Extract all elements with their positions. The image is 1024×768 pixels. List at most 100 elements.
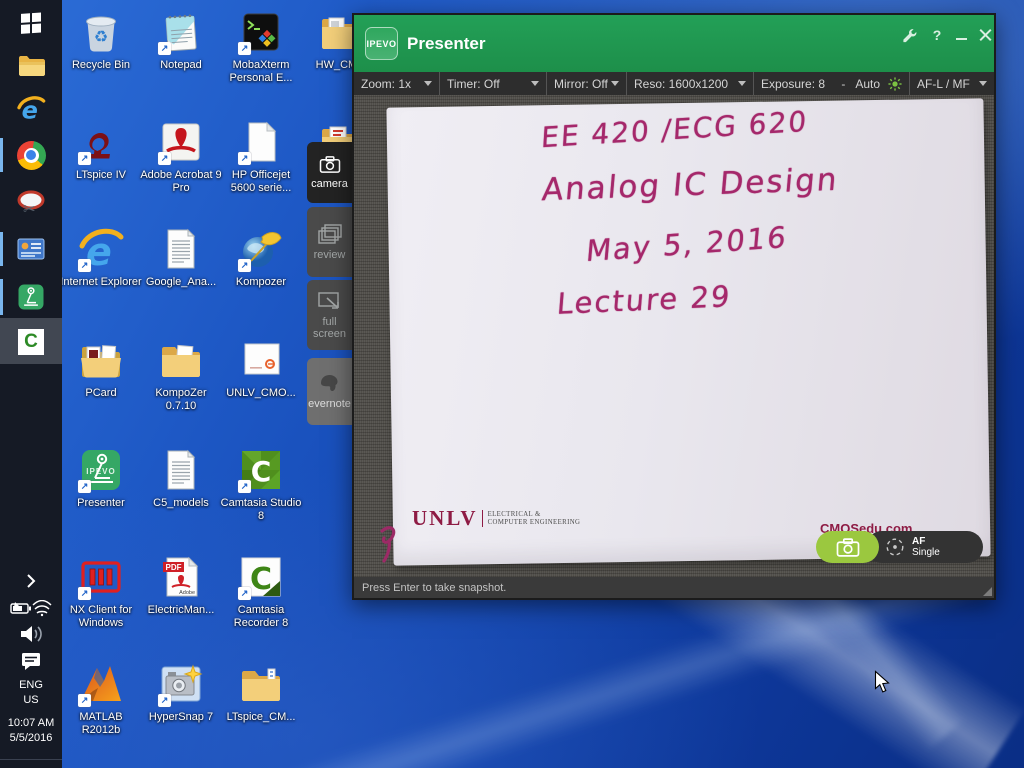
desktop-icon-ltspice-cm[interactable]: LTspice_CM... — [219, 660, 303, 724]
shortcut-arrow-icon — [158, 42, 171, 55]
desktop-icon-pcard[interactable]: PCard — [59, 336, 143, 400]
chevron-down-icon — [738, 81, 746, 86]
taskbar-camtasia[interactable]: C — [0, 328, 62, 355]
icon-label: C5_models — [153, 497, 209, 509]
desktop-icon-hp-officejet[interactable]: HP Officejet 5600 serie... — [219, 118, 303, 195]
chevron-down-icon — [611, 81, 619, 86]
status-text: Press Enter to take snapshot. — [362, 581, 507, 594]
desktop-icon-internet-explorer[interactable]: e Internet Explorer — [59, 225, 143, 289]
folder-icon — [157, 336, 205, 384]
brightness-sun-icon — [888, 76, 902, 91]
unlv-dept-line2: COMPUTER ENGINEERING — [487, 518, 581, 526]
capture-controls: AF Single — [816, 531, 983, 563]
taskbar-chrome[interactable] — [0, 138, 62, 172]
desktop-icon-electricman-pdf[interactable]: PDF Adobe ElectricMan... — [139, 553, 223, 617]
speaker-icon — [21, 626, 42, 642]
action-center-icon — [22, 653, 40, 670]
windows-logo-icon — [21, 12, 41, 34]
desktop-icon-mobaxterm[interactable]: MobaXterm Personal E... — [219, 8, 303, 85]
desktop-icon-hypersnap[interactable]: HyperSnap 7 — [139, 660, 223, 724]
sidebar-camera-label: camera — [311, 177, 348, 190]
zoom-label: Zoom: 1x — [361, 76, 412, 91]
exposure-auto-button[interactable]: Auto — [855, 77, 880, 91]
close-icon — [978, 28, 992, 42]
sidebar-camera-button[interactable]: camera — [307, 142, 352, 203]
unlv-logo-divider — [481, 510, 483, 527]
desktop-icon-recycle-bin[interactable]: ♻ Recycle Bin — [59, 8, 143, 72]
sidebar-evernote-button[interactable]: evernote — [307, 358, 352, 425]
exposure-decrease-button[interactable]: - — [841, 77, 845, 91]
desktop-icon-ltspice-iv[interactable]: LTspice IV — [59, 118, 143, 182]
shortcut-arrow-icon — [78, 480, 91, 493]
help-button[interactable]: ? — [926, 25, 948, 45]
camera-live-view[interactable]: EE 420 /ECG 620 Analog IC Design May 5, … — [354, 95, 994, 577]
sidebar-fullscreen-label: full screen — [312, 315, 347, 340]
taskbar-internet-explorer[interactable]: e — [0, 92, 62, 126]
ltspice-icon — [77, 118, 125, 166]
icon-label: Presenter — [77, 497, 125, 509]
desktop-icon-acrobat[interactable]: Adobe Acrobat 9 Pro — [139, 118, 223, 195]
desktop-icon-google-ana[interactable]: Google_Ana... — [139, 225, 223, 289]
svg-text:C: C — [251, 455, 272, 488]
pdf-document-icon: PDF Adobe — [157, 553, 205, 601]
sidebar-evernote-label: evernote — [308, 398, 351, 411]
mirror-dropdown[interactable]: Mirror: Off — [547, 72, 627, 95]
chevron-down-icon — [424, 81, 432, 86]
tray-action-center[interactable] — [0, 650, 62, 676]
close-button[interactable] — [974, 25, 996, 45]
desktop-icon-kompozer-0710[interactable]: KompoZer 0.7.10 — [139, 336, 223, 413]
desktop-icon-presenter[interactable]: IPEVO Presenter — [59, 446, 143, 510]
timer-label: Timer: Off — [447, 76, 500, 91]
resize-grip[interactable] — [983, 587, 992, 596]
icon-label: Kompozer — [235, 276, 287, 288]
desktop-icon-nx-client[interactable]: NX Client for Windows — [59, 553, 143, 630]
taskbar-ipevo-presenter[interactable] — [0, 281, 62, 313]
sidebar-fullscreen-button[interactable]: full screen — [307, 280, 352, 350]
document-icon — [237, 336, 285, 384]
shortcut-arrow-icon — [238, 152, 251, 165]
desktop-icon-unlv-cmo[interactable]: UNLV_CMO... — [219, 336, 303, 400]
camtasia-studio-icon: C — [237, 446, 285, 494]
icon-label: Internet Explorer — [60, 276, 142, 288]
folder-icon — [237, 660, 285, 708]
minimize-button[interactable] — [950, 25, 972, 45]
clock[interactable]: 10:07 AM 5/5/2016 — [0, 716, 62, 746]
desktop-icon-camtasia-studio[interactable]: C Camtasia Studio 8 — [219, 446, 303, 523]
autofocus-dropdown[interactable]: AF-L / MF — [910, 72, 994, 95]
folder-with-files-icon — [77, 336, 125, 384]
desktop-icon-notepad[interactable]: Notepad — [139, 8, 223, 72]
taskbar-app-panel[interactable] — [0, 234, 62, 264]
af-mode-button[interactable]: AF Single — [866, 531, 983, 563]
resolution-dropdown[interactable]: Reso: 1600x1200 — [627, 72, 754, 95]
exposure-control[interactable]: Exposure: 8 - Auto — [754, 72, 910, 95]
desktop-icon-kompozer[interactable]: Kompozer — [219, 225, 303, 289]
unlv-dept-line1: ELECTRICAL & — [487, 510, 541, 518]
timer-dropdown[interactable]: Timer: Off — [440, 72, 547, 95]
desktop-icon-c5-models[interactable]: C5_models — [139, 446, 223, 510]
zoom-dropdown[interactable]: Zoom: 1x — [354, 72, 440, 95]
af-label-line2: Single — [912, 547, 940, 558]
acrobat-icon — [157, 118, 205, 166]
desktop-icon-camtasia-recorder[interactable]: C Camtasia Recorder 8 — [219, 553, 303, 630]
taskbar-file-explorer[interactable] — [0, 50, 62, 82]
taskbar-snipping-tool[interactable]: ✂ — [0, 186, 62, 218]
desktop-icon-matlab[interactable]: MATLAB R2012b — [59, 660, 143, 737]
review-photos-icon — [317, 224, 342, 244]
start-button[interactable] — [0, 8, 62, 36]
wrench-icon — [902, 28, 916, 42]
window-title: Presenter — [407, 34, 486, 53]
minimize-icon — [955, 38, 967, 40]
sidebar-review-button[interactable]: review — [307, 207, 352, 277]
shortcut-arrow-icon — [238, 587, 251, 600]
fullscreen-icon — [317, 292, 339, 309]
internet-explorer-icon: e — [17, 96, 46, 124]
show-hidden-icons-button[interactable] — [0, 570, 62, 592]
title-bar[interactable]: IPEVO Presenter ? — [354, 15, 994, 72]
settings-button[interactable] — [898, 25, 920, 45]
icon-label: PCard — [85, 387, 117, 399]
tray-volume[interactable] — [0, 624, 62, 648]
snapshot-button[interactable] — [816, 531, 879, 563]
language-indicator[interactable]: ENG US — [0, 678, 62, 708]
tray-power-network[interactable] — [0, 599, 62, 620]
svg-text:✂: ✂ — [23, 201, 36, 216]
